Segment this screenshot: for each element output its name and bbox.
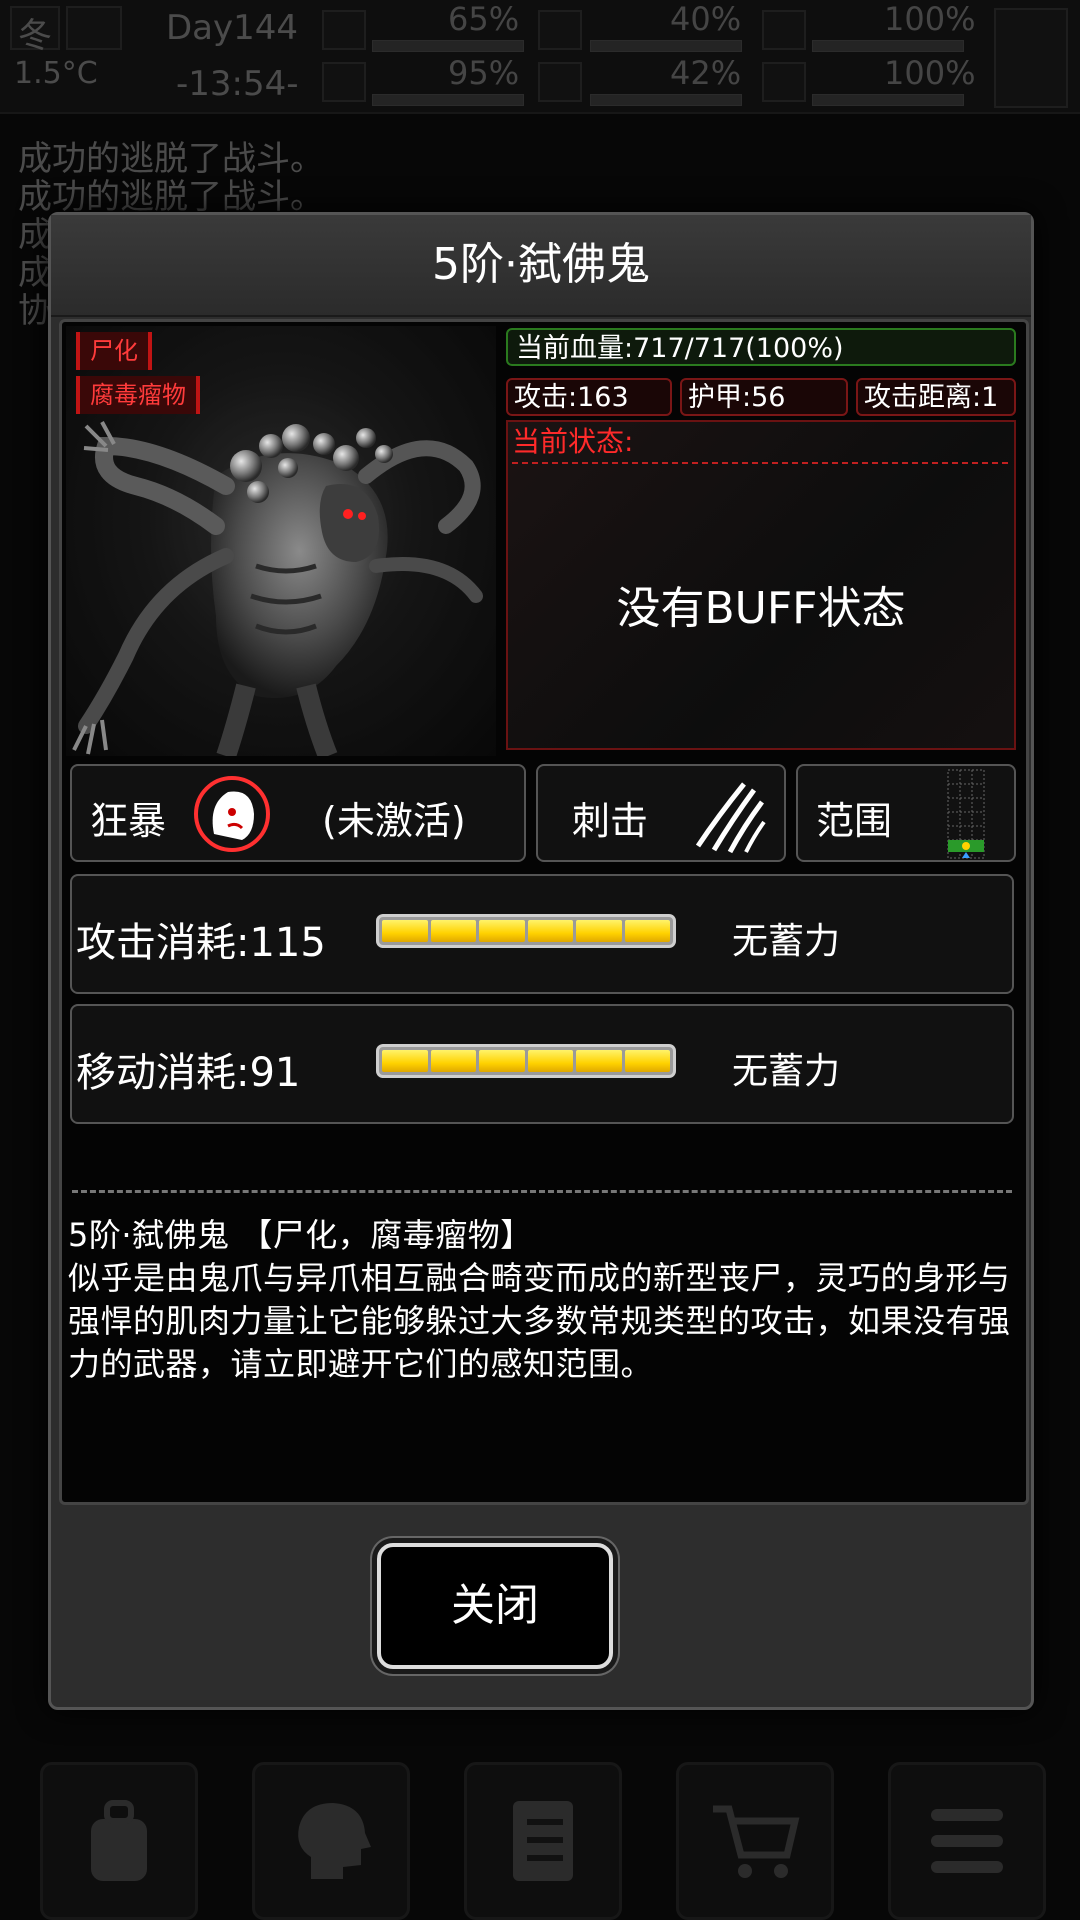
stamina-percent: 95% <box>448 54 520 92</box>
hunger-percent: 40% <box>670 0 742 38</box>
attack-cost-row: 攻击消耗:115 无蓄力 <box>70 874 1014 994</box>
gauge-segment <box>430 920 476 942</box>
hunger-bar <box>590 40 742 52</box>
sun-icon <box>66 6 122 50</box>
gauge-segment <box>624 1050 670 1072</box>
mood-percent: 100% <box>884 54 976 92</box>
cart-icon <box>713 1805 800 1878</box>
hp-display: 当前血量:717/717(100%) <box>506 328 1016 366</box>
backpack-icon <box>91 1800 147 1881</box>
gauge-segment <box>624 920 670 942</box>
stamina-bar <box>372 94 524 106</box>
energy-percent: 100% <box>884 0 976 38</box>
enemy-portrait: 尸化 腐毒瘤物 <box>66 326 496 756</box>
enemy-description: 5阶·弑佛鬼 【尸化，腐毒瘤物】 似乎是由鬼爪与异爪相互融合畸变而成的新型丧尸，… <box>68 1214 1018 1386</box>
health-bar <box>372 40 524 52</box>
water-drop-icon <box>538 62 582 102</box>
enemy-info-panel: 尸化 腐毒瘤物 当前血量:717/717(100%) 攻击:163 护甲:56 … <box>59 319 1029 1505</box>
list-button[interactable] <box>888 1762 1046 1920</box>
claw-slash-icon <box>695 782 766 854</box>
bottom-nav <box>0 1740 1080 1920</box>
notes-button[interactable] <box>464 1762 622 1920</box>
gauge-segment <box>479 1050 525 1072</box>
menu-slot[interactable] <box>994 8 1068 108</box>
energy-bar <box>812 40 964 52</box>
buff-status-box: 当前状态: 没有BUFF状态 <box>506 420 1016 750</box>
status-heading: 当前状态: <box>512 426 1008 464</box>
heart-icon <box>762 62 806 102</box>
gauge-segment <box>527 920 573 942</box>
attack-charge-state: 无蓄力 <box>732 921 841 962</box>
gauge-segment <box>430 1050 476 1072</box>
gauge-segment <box>576 920 622 942</box>
move-charge-state: 无蓄力 <box>732 1051 841 1092</box>
rage-label: 狂暴 <box>90 799 167 843</box>
menu-icon <box>931 1809 1003 1873</box>
gauge-segment <box>479 920 525 942</box>
lightbulb-icon <box>762 10 806 50</box>
move-cost-label: 移动消耗:91 <box>76 1050 301 1096</box>
description-title: 5阶·弑佛鬼 【尸化，腐毒瘤物】 <box>68 1216 533 1254</box>
log-line: 成功的逃脱了战斗。 <box>18 139 324 179</box>
ability-range[interactable]: 范围 <box>796 764 1016 862</box>
dialog-title: 5阶·弑佛鬼 <box>51 215 1031 317</box>
section-divider <box>72 1190 1012 1193</box>
clock-text: -13:54- <box>176 64 299 104</box>
ability-rage[interactable]: 狂暴 (未激活) <box>70 764 526 862</box>
move-cost-row: 移动消耗:91 无蓄力 <box>70 1004 1014 1124</box>
rage-face-icon <box>194 776 270 852</box>
description-body: 似乎是由鬼爪与异爪相互融合畸变而成的新型丧尸，灵巧的身形与强悍的肌肉力量让它能够… <box>68 1259 1011 1383</box>
enemy-info-dialog: 5阶·弑佛鬼 尸化 腐毒瘤物 当前血量:717/717(100%) 攻击:163… <box>48 212 1034 1710</box>
range-stat: 攻击距离:1 <box>856 378 1016 416</box>
attack-cost-label: 攻击消耗:115 <box>76 920 326 966</box>
mood-bar <box>812 94 964 106</box>
gauge-segment <box>527 1050 573 1072</box>
temperature-text: 1.5°C <box>14 56 98 91</box>
notebook-icon <box>513 1801 573 1881</box>
thirst-bar <box>590 94 742 106</box>
trait-tag-toxic[interactable]: 腐毒瘤物 <box>76 376 200 414</box>
brain-icon <box>298 1803 371 1879</box>
backpack-button[interactable] <box>40 1762 198 1920</box>
trait-tag-corpse[interactable]: 尸化 <box>76 332 152 370</box>
status-hud: 冬 1.5°C Day144 -13:54- 65% 95% 40% 42% 1… <box>0 0 1080 114</box>
rage-state: (未激活) <box>322 799 466 843</box>
health-percent: 65% <box>448 0 520 38</box>
log-line: 成功的逃脱了战斗。 <box>18 177 324 217</box>
ability-stab[interactable]: 刺击 <box>536 764 786 862</box>
thirst-percent: 42% <box>670 54 742 92</box>
day-counter: Day144 <box>166 8 299 48</box>
shop-button[interactable] <box>676 1762 834 1920</box>
skills-button[interactable] <box>252 1762 410 1920</box>
season-badge: 冬 <box>10 6 60 56</box>
gauge-segment <box>382 920 428 942</box>
range-grid-icon <box>947 769 985 859</box>
season-text: 冬 <box>18 16 52 56</box>
gauge-segment <box>576 1050 622 1072</box>
stomach-icon <box>538 10 582 50</box>
gauge-segment <box>382 1050 428 1072</box>
move-energy-gauge <box>376 1044 676 1078</box>
stab-label: 刺击 <box>572 799 649 843</box>
medkit-icon <box>322 10 366 50</box>
range-ability-label: 范围 <box>816 799 893 843</box>
attack-energy-gauge <box>376 914 676 948</box>
no-buff-text: 没有BUFF状态 <box>616 583 906 634</box>
armor-stat: 护甲:56 <box>680 378 848 416</box>
attack-stat: 攻击:163 <box>506 378 672 416</box>
boot-icon <box>322 62 366 102</box>
close-button[interactable]: 关闭 <box>377 1543 613 1669</box>
